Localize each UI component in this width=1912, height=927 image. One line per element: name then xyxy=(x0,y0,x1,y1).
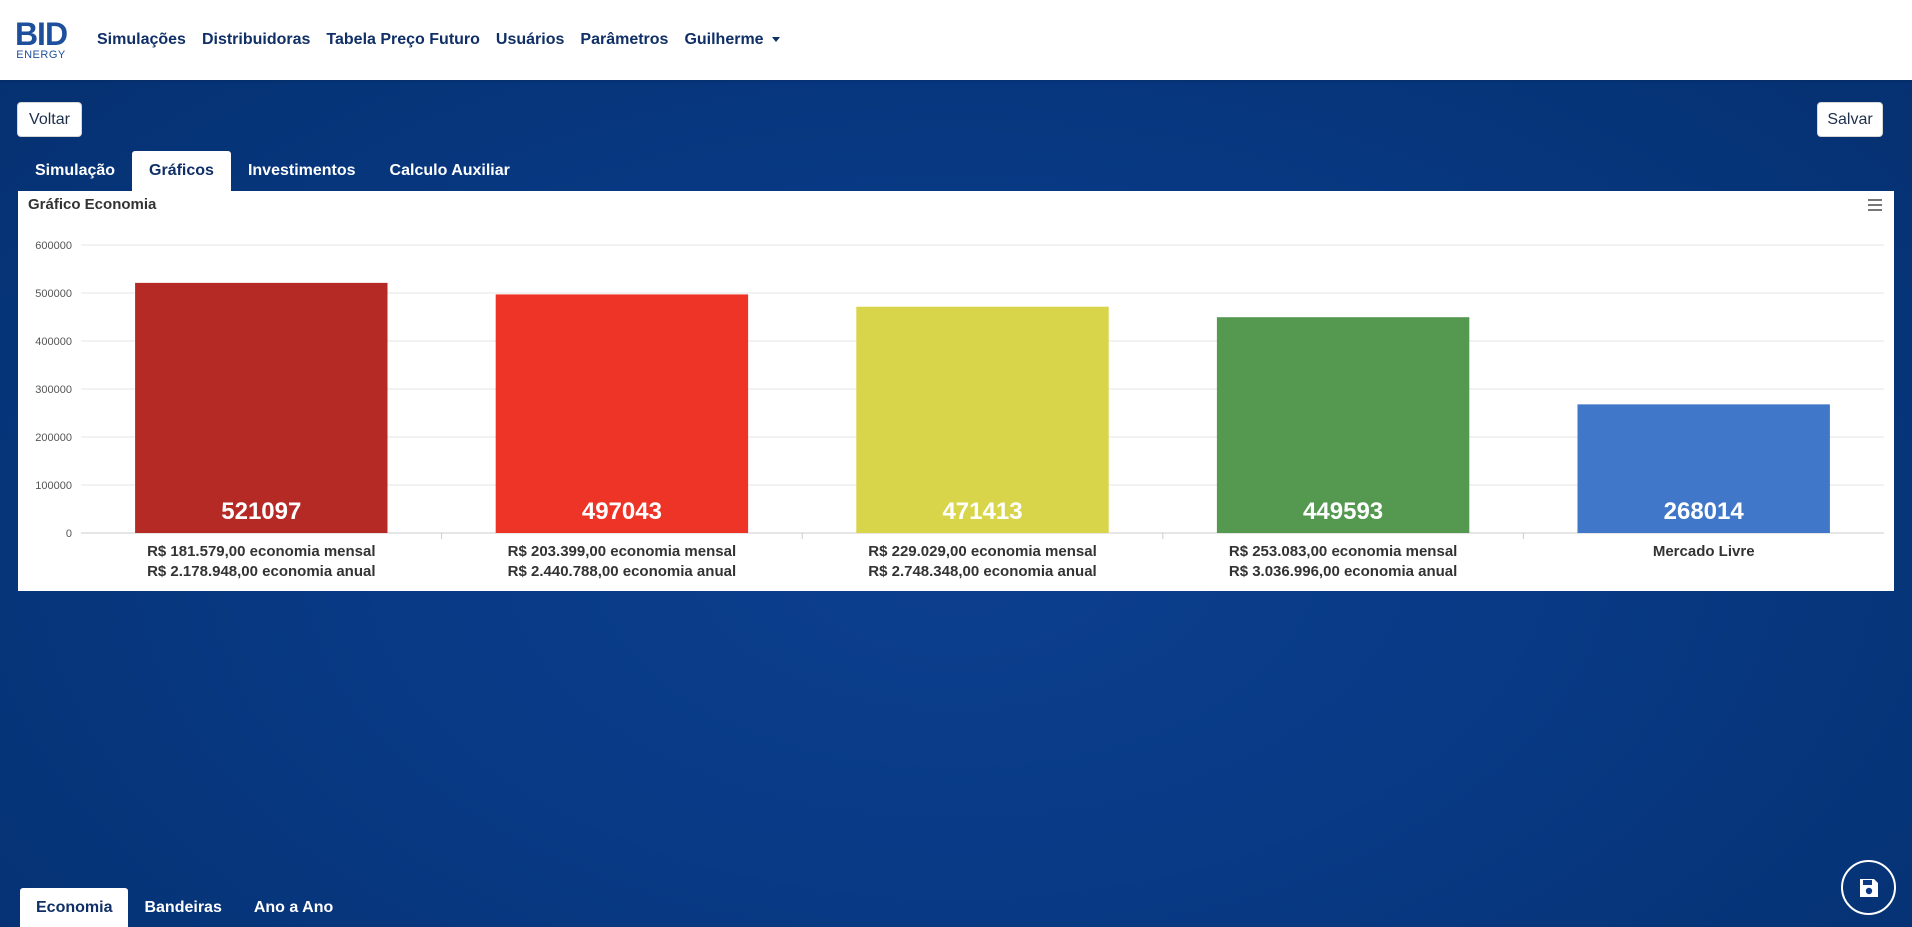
x-category-label: R$ 2.178.948,00 economia anual xyxy=(147,563,375,580)
logo-main-text: BID xyxy=(14,16,68,52)
x-category-label: R$ 3.036.996,00 economia anual xyxy=(1229,563,1457,580)
hamburger-menu-icon[interactable] xyxy=(1868,199,1882,211)
bar-value-label: 471413 xyxy=(942,498,1022,525)
y-tick-label: 400000 xyxy=(35,336,72,348)
nav-item-distribuidoras[interactable]: Distribuidoras xyxy=(202,31,310,49)
nav-item-tabela-preco-futuro[interactable]: Tabela Preço Futuro xyxy=(326,31,480,49)
tab-bandeiras[interactable]: Bandeiras xyxy=(128,888,237,927)
nav-item-simulacoes[interactable]: Simulações xyxy=(97,31,186,49)
x-category-label: R$ 2.748.348,00 economia anual xyxy=(868,563,1096,580)
tab-investimentos[interactable]: Investimentos xyxy=(231,151,373,191)
chart-sub-tabs: Economia Bandeiras Ano a Ano xyxy=(20,888,349,927)
main-tabs: Simulação Gráficos Investimentos Calculo… xyxy=(18,151,527,191)
y-tick-label: 0 xyxy=(66,528,72,540)
save-button[interactable]: Salvar xyxy=(1817,102,1883,137)
y-tick-label: 100000 xyxy=(35,480,72,492)
x-category-label: Mercado Livre xyxy=(1653,543,1755,560)
bar-value-label: 268014 xyxy=(1664,498,1745,525)
chart-title: Gráfico Economia xyxy=(28,196,157,213)
user-name: Guilherme xyxy=(684,31,764,48)
bar-value-label: 521097 xyxy=(221,498,301,525)
x-category-label: R$ 253.083,00 economia mensal xyxy=(1229,543,1457,560)
y-tick-label: 300000 xyxy=(35,384,72,396)
tab-graficos[interactable]: Gráficos xyxy=(132,151,231,191)
chart-panel: 0 100000 200000 300000 400000 500000 600000 521… xyxy=(18,191,1894,591)
bar-1 xyxy=(135,282,388,533)
x-category-label: R$ 203.399,00 economia mensal xyxy=(508,543,736,560)
bar-value-label: 449593 xyxy=(1303,498,1383,525)
tab-ano-a-ano[interactable]: Ano a Ano xyxy=(238,888,349,927)
tab-calculo-auxiliar[interactable]: Calculo Auxiliar xyxy=(373,151,527,191)
logo-sub-text: ENERGY xyxy=(16,49,66,61)
tab-economia[interactable]: Economia xyxy=(20,888,129,927)
x-category-label: R$ 2.440.788,00 economia anual xyxy=(508,563,736,580)
nav-item-parametros[interactable]: Parâmetros xyxy=(580,31,668,49)
y-tick-label: 200000 xyxy=(35,432,72,444)
tab-simulacao[interactable]: Simulação xyxy=(18,151,132,191)
nav-item-usuarios[interactable]: Usuários xyxy=(496,31,564,49)
economy-bar-chart: 0 100000 200000 300000 400000 500000 600000 521… xyxy=(35,240,1884,580)
x-category-label: R$ 181.579,00 economia mensal xyxy=(147,543,375,560)
back-button[interactable]: Voltar xyxy=(17,102,82,137)
top-navbar: BID ENERGY Simulações Distribuidoras Tab… xyxy=(0,0,1912,80)
y-tick-label: 600000 xyxy=(35,240,72,252)
save-fab-button[interactable] xyxy=(1841,860,1896,915)
floppy-disk-save-icon xyxy=(1859,878,1878,897)
nav-links: Simulações Distribuidoras Tabela Preço F… xyxy=(97,31,796,49)
x-category-label: R$ 229.029,00 economia mensal xyxy=(868,543,1096,560)
user-menu-dropdown[interactable]: Guilherme xyxy=(684,31,780,49)
brand-logo[interactable]: BID ENERGY xyxy=(10,15,72,65)
y-tick-label: 500000 xyxy=(35,288,72,300)
bar-value-label: 497043 xyxy=(582,498,662,525)
caret-down-icon xyxy=(771,37,780,43)
